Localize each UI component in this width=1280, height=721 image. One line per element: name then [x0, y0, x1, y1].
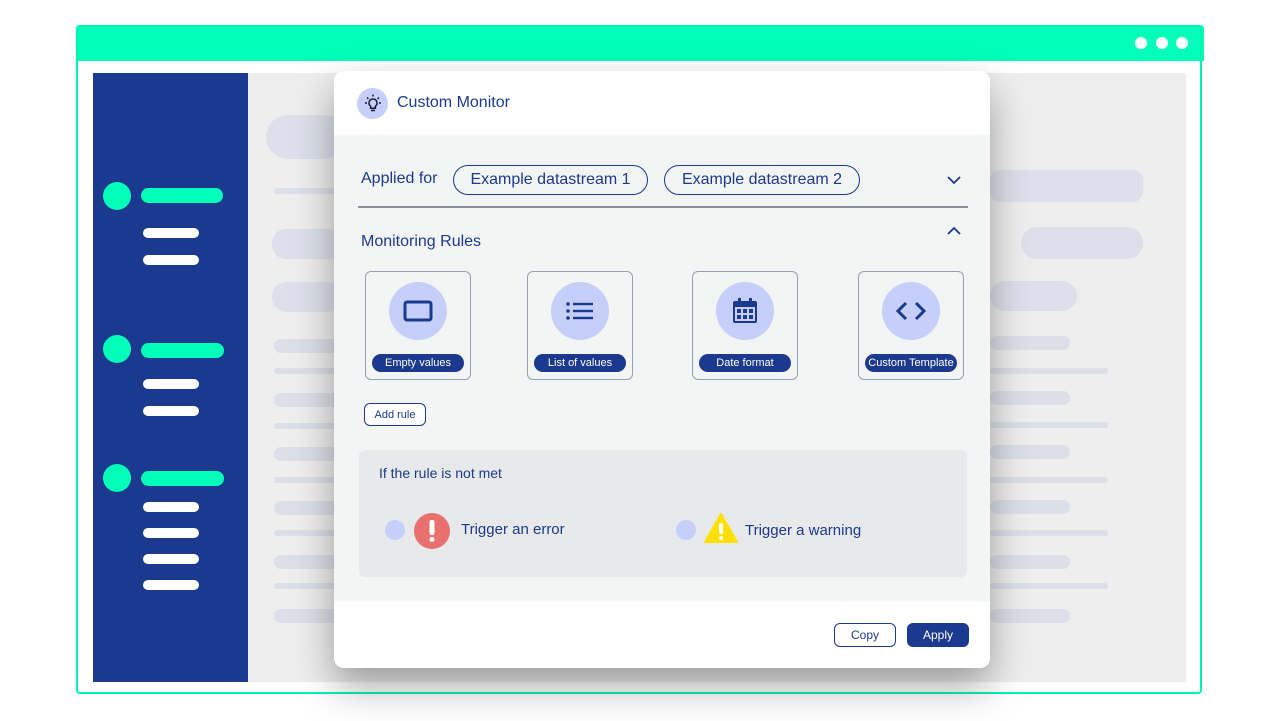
divider — [358, 206, 968, 208]
sidebar-section-dot[interactable] — [103, 335, 131, 363]
add-rule-button[interactable]: Add rule — [364, 403, 426, 426]
placeholder-line — [990, 422, 1108, 428]
rule-not-met-title: If the rule is not met — [379, 465, 502, 481]
placeholder-line — [990, 555, 1070, 569]
rule-card-label: Custom Template — [865, 354, 957, 372]
placeholder-line — [990, 391, 1070, 405]
datastream-chip-1[interactable]: Example datastream 1 — [453, 165, 648, 195]
rectangle-icon — [389, 282, 447, 340]
sidebar-item-bar[interactable] — [143, 228, 199, 238]
error-option-label[interactable]: Trigger an error — [461, 521, 565, 538]
calendar-icon — [716, 282, 774, 340]
sidebar-item-bar[interactable] — [143, 580, 199, 590]
sidebar-item-bar[interactable] — [143, 528, 199, 538]
chevron-up-icon[interactable] — [946, 224, 962, 242]
warning-option-label[interactable]: Trigger a warning — [745, 522, 861, 539]
chevron-down-icon[interactable] — [946, 173, 962, 191]
placeholder-line — [990, 530, 1108, 536]
placeholder-block — [990, 170, 1143, 202]
rule-card-empty-values[interactable]: Empty values — [365, 271, 471, 380]
placeholder-line — [990, 477, 1108, 483]
sidebar-section-dot[interactable] — [103, 182, 131, 210]
sidebar-section-bar[interactable] — [141, 188, 223, 203]
sidebar-item-bar[interactable] — [143, 554, 199, 564]
placeholder-line — [990, 609, 1070, 623]
placeholder-block — [272, 282, 342, 312]
rule-card-custom-template[interactable]: Custom Template — [858, 271, 964, 380]
rule-card-list-of-values[interactable]: List of values — [527, 271, 633, 380]
custom-monitor-dialog: Custom Monitor Applied for Example datas… — [334, 71, 990, 668]
sidebar-item-bar[interactable] — [143, 406, 199, 416]
rule-card-label: Empty values — [372, 354, 464, 372]
sidebar-section-bar[interactable] — [141, 343, 224, 358]
placeholder-line — [990, 445, 1070, 459]
sidebar-item-bar[interactable] — [143, 255, 199, 265]
placeholder-line — [990, 583, 1108, 589]
datastream-chip-2[interactable]: Example datastream 2 — [664, 165, 860, 195]
rule-card-label: Date format — [699, 354, 791, 372]
placeholder-line — [990, 368, 1108, 374]
rule-card-date-format[interactable]: Date format — [692, 271, 798, 380]
placeholder-block — [272, 229, 342, 259]
placeholder-line — [990, 336, 1070, 350]
placeholder-block — [990, 281, 1077, 311]
error-radio[interactable] — [385, 520, 405, 540]
monitoring-rules-title: Monitoring Rules — [361, 233, 482, 250]
sidebar — [93, 73, 248, 682]
list-icon — [551, 282, 609, 340]
applied-for-label: Applied for — [361, 170, 438, 187]
warning-icon — [703, 512, 739, 549]
apply-button[interactable]: Apply — [907, 623, 969, 647]
placeholder-line — [990, 500, 1070, 514]
dialog-footer: Copy Apply — [334, 601, 990, 668]
copy-button[interactable]: Copy — [834, 623, 896, 647]
sidebar-item-bar[interactable] — [143, 379, 199, 389]
dialog-header: Custom Monitor — [334, 71, 990, 135]
sidebar-section-dot[interactable] — [103, 464, 131, 492]
rule-not-met-panel: If the rule is not met Trigger an error … — [359, 450, 967, 577]
rule-card-label: List of values — [534, 354, 626, 372]
error-icon — [414, 513, 450, 549]
lightbulb-icon — [357, 88, 388, 119]
dialog-title: Custom Monitor — [397, 94, 510, 111]
sidebar-item-bar[interactable] — [143, 502, 199, 512]
placeholder-block — [1021, 227, 1143, 259]
warning-radio[interactable] — [676, 520, 696, 540]
code-icon — [882, 282, 940, 340]
sidebar-section-bar[interactable] — [141, 471, 224, 486]
